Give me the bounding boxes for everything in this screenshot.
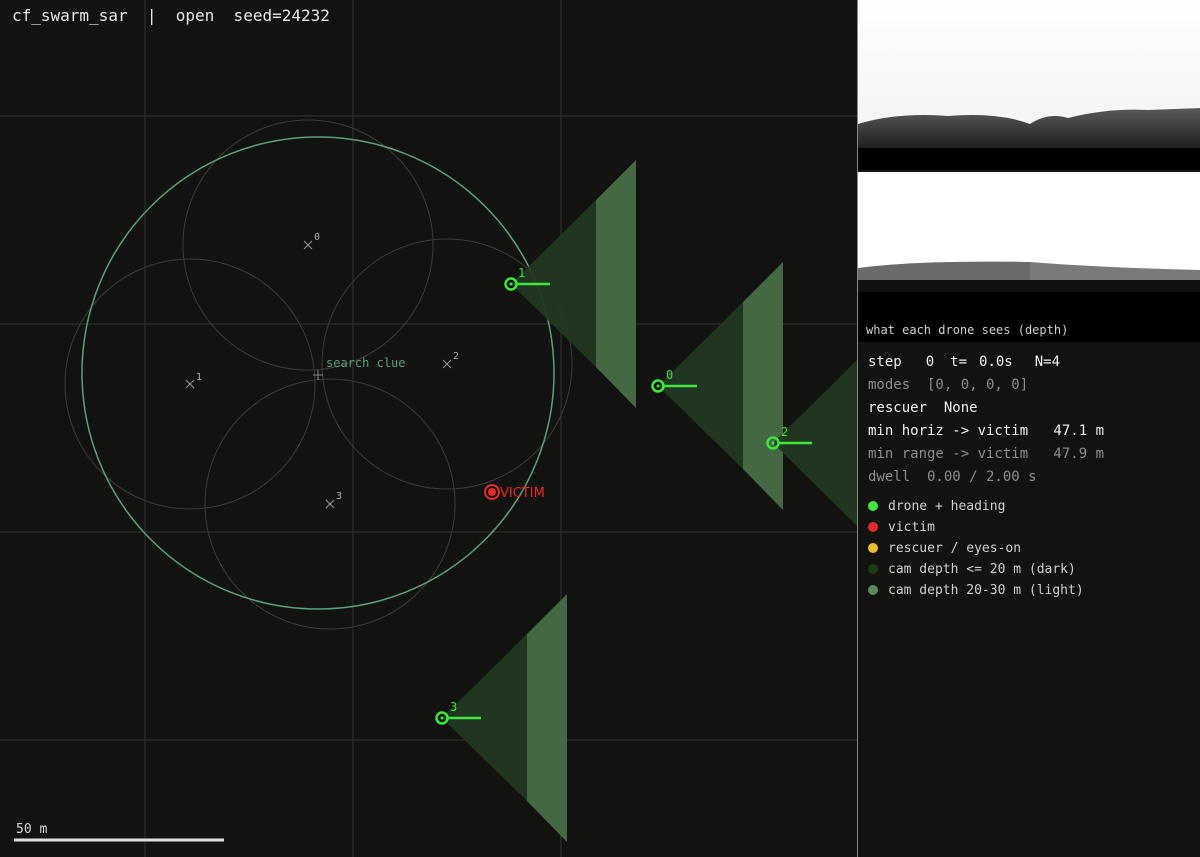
status-panel: step 0 t= 0.0s N=4 modes [0, 0, 0, 0] rescue… (857, 342, 1200, 857)
waypoint-label-3: 3 (336, 491, 342, 502)
legend-cam-light-label: cam depth 20-30 m (light) (888, 583, 1084, 598)
legend-drone-icon (868, 501, 878, 511)
scale-bar-label: 50 m (16, 822, 48, 837)
camera-caption: what each drone sees (depth) (866, 323, 1069, 337)
step-value: 0 (925, 354, 935, 370)
drone-label-0: 0 (666, 368, 673, 382)
legend-cam-light-icon (868, 585, 878, 595)
rescuer-text: rescuer None (868, 400, 978, 416)
step-row: step 0 t= 0.0s N=4 (868, 354, 1060, 370)
legend-victim-label: victim (888, 520, 935, 535)
legend-rescuer: rescuer / eyes-on (868, 541, 1021, 556)
legend-rescuer-label: rescuer / eyes-on (888, 541, 1022, 556)
legend-drone: drone + heading (868, 499, 1005, 514)
legend-victim-icon (868, 522, 878, 532)
min-horiz-text: min horiz -> victim 47.1 m (868, 423, 1105, 439)
waypoint-label-2: 2 (453, 351, 459, 362)
legend-cam-dark: cam depth <= 20 m (dark) (868, 562, 1076, 577)
depth-view-bottom (858, 172, 1200, 342)
drone-label-1: 1 (518, 266, 525, 280)
depth-views (858, 0, 1200, 342)
min-range-text: min range -> victim 47.9 m (868, 446, 1105, 462)
map-view[interactable]: search clue 0 1 2 3 1 0 2 3 VICTIM (0, 0, 857, 857)
drone-label-3: 3 (450, 700, 457, 714)
legend-rescuer-icon (868, 543, 878, 553)
legend-cam-dark-icon (868, 564, 878, 574)
hud-title: cf_swarm_sar | open seed=24232 (12, 6, 330, 25)
camera-depth-panel: what each drone sees (depth) (857, 0, 1200, 342)
time-value: 0.0s (979, 354, 1013, 370)
modes-text: modes [0, 0, 0, 0] (868, 377, 1029, 393)
legend-victim: victim (868, 520, 935, 535)
waypoint-label-0: 0 (314, 232, 320, 243)
legend-cam-dark-label: cam depth <= 20 m (dark) (888, 562, 1076, 577)
time-label: t= (950, 354, 968, 370)
legend-drone-label: drone + heading (888, 499, 1006, 514)
step-label: step (868, 354, 902, 370)
victim-label: VICTIM (500, 486, 545, 501)
search-clue-label: search clue (326, 356, 405, 370)
legend-cam-light: cam depth 20-30 m (light) (868, 583, 1084, 598)
drone-count: N=4 (1034, 354, 1061, 370)
dwell-text: dwell 0.00 / 2.00 s (868, 469, 1037, 485)
drone-label-2: 2 (781, 425, 788, 439)
depth-view-top (858, 0, 1200, 170)
waypoint-label-1: 1 (196, 372, 202, 383)
